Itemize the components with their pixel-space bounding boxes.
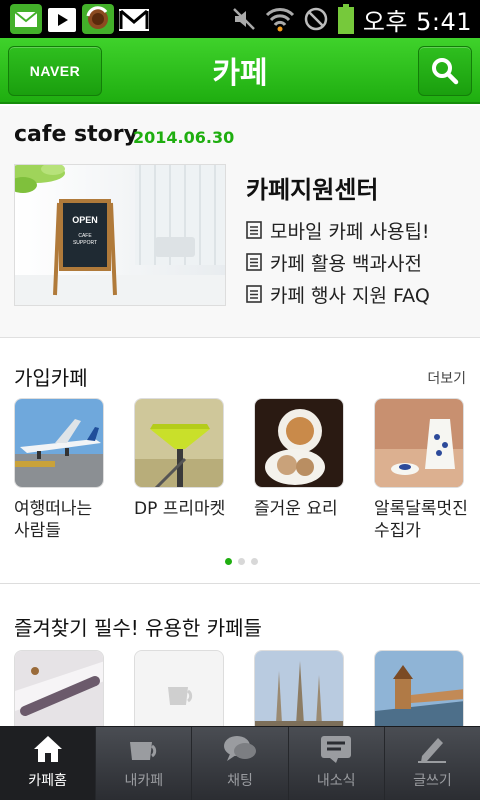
useful-cafe-row[interactable] [14, 650, 480, 726]
support-link-encyclopedia[interactable]: 카페 활용 백과사전 [246, 246, 430, 278]
play-store-icon [48, 8, 76, 32]
cafe-item-dp-market[interactable]: DP 프리마켓 [134, 398, 226, 520]
useful-cafe-thumbnail[interactable] [374, 650, 464, 726]
support-link-label: 카페 행사 지원 FAQ [270, 284, 430, 307]
mail-icon [10, 4, 42, 34]
tab-my-cafe[interactable]: 내카페 [96, 727, 193, 800]
open-sign-image: OPEN CAFE SUPPORT [15, 165, 225, 305]
sign-text-cafe: CAFE [78, 233, 92, 239]
tab-label: 내카페 [124, 773, 164, 789]
carousel-page-indicator [225, 558, 258, 565]
pen-icon [418, 738, 447, 763]
more-link[interactable]: 더보기 [427, 368, 466, 388]
story-date: 2014.06.30 [133, 128, 235, 147]
gmail-icon [119, 9, 149, 31]
document-icon [246, 221, 262, 239]
tab-label: 채팅 [227, 773, 253, 789]
tab-cafe-home[interactable]: 카페홈 [0, 727, 97, 800]
joined-cafes-section: 가입카페 더보기 여행떠나는 사람들 DP 프리마켓 즐거운 요리 알록달록멋진… [0, 338, 480, 584]
sign-text-support: SUPPORT [73, 240, 97, 246]
support-link-mobile-tips[interactable]: 모바일 카페 사용팁! [246, 214, 430, 246]
home-icon [33, 736, 62, 762]
cafe-name: DP 프리마켓 [134, 499, 226, 519]
page-dot-active[interactable] [225, 558, 232, 565]
cafe-name: 알록달록멋진 수집가 [374, 499, 468, 541]
support-center-heading[interactable]: 카페지원센터 [246, 170, 378, 205]
tab-news[interactable]: 내소식 [289, 727, 385, 800]
document-icon [246, 285, 262, 303]
status-bar: 오후 5:41 [0, 0, 480, 38]
app-header: NAVER 카페 [0, 38, 480, 104]
support-link-label: 카페 활용 백과사전 [270, 252, 422, 275]
support-link-faq[interactable]: 카페 행사 지원 FAQ [246, 278, 430, 310]
cafe-item-travel[interactable]: 여행떠나는 사람들 [14, 398, 106, 542]
tab-label: 카페홈 [28, 773, 67, 789]
cup-icon [129, 742, 156, 760]
support-link-label: 모바일 카페 사용팁! [270, 220, 430, 243]
document-icon [246, 253, 262, 271]
status-time: 오후 5:41 [362, 7, 472, 36]
cafe-thumbnail [134, 398, 224, 488]
page-dot[interactable] [251, 558, 258, 565]
mute-icon [232, 8, 255, 30]
page-title: 카페 [212, 56, 268, 91]
support-links: 모바일 카페 사용팁! 카페 활용 백과사전 카페 행사 지원 FAQ [246, 214, 430, 310]
cafe-app-icon [82, 4, 114, 34]
battery-icon [337, 4, 354, 34]
cafe-thumbnail [374, 398, 464, 488]
cafe-item-cooking[interactable]: 즐거운 요리 [254, 398, 346, 520]
cafe-thumbnail [254, 398, 344, 488]
bottom-tab-bar: 카페홈 내카페 채팅 내소식 글쓰기 [0, 726, 480, 800]
useful-cafe-thumbnail[interactable] [134, 650, 224, 726]
no-signal-icon [304, 7, 328, 31]
cup-placeholder-icon [135, 651, 223, 726]
story-title: cafe story [14, 122, 138, 147]
page-dot[interactable] [238, 558, 245, 565]
cafe-name: 즐거운 요리 [254, 499, 338, 519]
search-icon [432, 58, 459, 85]
useful-cafes-section: 즐겨찾기 필수! 유용한 카페들 [0, 586, 480, 726]
useful-cafe-thumbnail[interactable] [14, 650, 104, 726]
cafe-item-collector[interactable]: 알록달록멋진 수집가 [374, 398, 468, 542]
cafe-name: 여행떠나는 사람들 [14, 499, 93, 541]
news-icon [321, 736, 352, 763]
tab-label: 글쓰기 [413, 773, 452, 789]
tab-label: 내소식 [316, 773, 356, 789]
search-button[interactable] [418, 46, 472, 96]
tab-write[interactable]: 글쓰기 [385, 727, 480, 800]
section-title: 즐겨찾기 필수! 유용한 카페들 [14, 616, 262, 640]
cafe-carousel[interactable]: 여행떠나는 사람들 DP 프리마켓 즐거운 요리 알록달록멋진 수집가 [14, 398, 480, 548]
chat-icon [224, 736, 256, 761]
cafe-story-section: cafe story 2014.06.30 OPEN CAFE SUPPORT [0, 106, 480, 338]
useful-cafe-thumbnail[interactable] [254, 650, 344, 726]
wifi-icon [265, 8, 294, 32]
cafe-thumbnail [14, 398, 104, 488]
cafe-support-banner[interactable]: OPEN CAFE SUPPORT [14, 164, 226, 306]
section-title: 가입카페 [14, 366, 88, 390]
tab-chat[interactable]: 채팅 [192, 727, 289, 800]
sign-text-open: OPEN [72, 215, 98, 225]
